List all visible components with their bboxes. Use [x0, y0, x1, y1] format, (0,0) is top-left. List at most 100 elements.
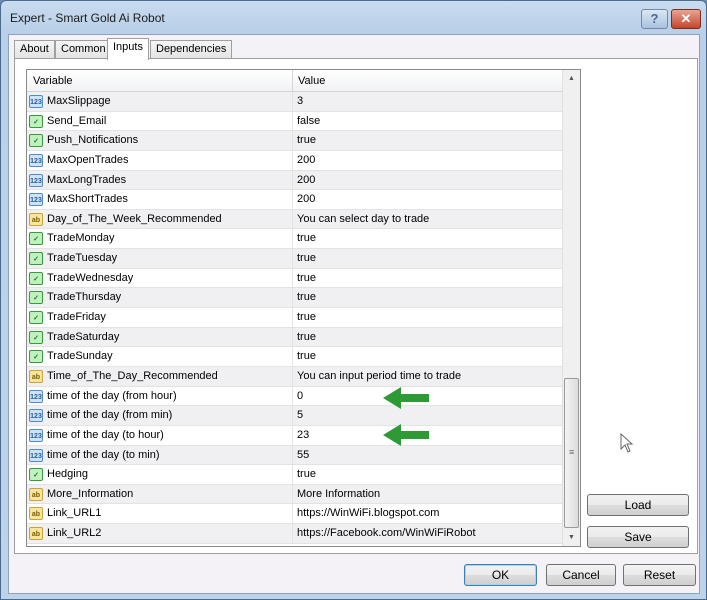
table-row[interactable]: ✓ TradeMonday true [27, 229, 562, 250]
variable-name: time of the day (from hour) [47, 389, 177, 402]
scroll-up-arrow-icon[interactable]: ▲ [563, 70, 580, 87]
table-row[interactable]: 123 time of the day (to min) 55 [27, 445, 562, 466]
number-type-icon: 123 [29, 409, 43, 423]
variable-value[interactable]: 200 [297, 154, 315, 166]
variable-name: TradeMonday [47, 232, 115, 245]
variable-value[interactable]: More Information [297, 488, 380, 500]
variable-value[interactable]: https://WinWiFi.blogspot.com [297, 507, 439, 519]
cancel-button[interactable]: Cancel [546, 564, 616, 586]
string-type-icon: ab [29, 369, 43, 383]
variable-name: MaxLongTrades [47, 173, 127, 186]
variable-value[interactable]: true [297, 350, 316, 362]
boolean-type-icon: ✓ [29, 330, 43, 344]
boolean-type-icon: ✓ [29, 271, 43, 285]
table-row[interactable]: ✓ TradeSaturday true [27, 327, 562, 348]
table-row[interactable]: ✓ TradeFriday true [27, 308, 562, 328]
boolean-type-icon: ✓ [29, 232, 43, 246]
variable-name: Time_of_The_Day_Recommended [47, 369, 218, 382]
table-row[interactable]: ✓ TradeSunday true [27, 347, 562, 367]
inputs-table: Variable Value 123 MaxSlippage 3 ✓ Send_E… [26, 69, 581, 547]
table-row[interactable]: ✓ Hedging true [27, 465, 562, 485]
tab-inputs[interactable]: Inputs [107, 38, 149, 60]
variable-name: TradeThursday [47, 291, 122, 304]
header-variable[interactable]: Variable [33, 75, 73, 87]
table-header: Variable Value [27, 70, 562, 92]
window-title: Expert - Smart Gold Ai Robot [10, 11, 165, 25]
string-type-icon: ab [29, 212, 43, 226]
boolean-type-icon: ✓ [29, 350, 43, 364]
variable-name: Link_URL2 [47, 527, 102, 540]
save-button[interactable]: Save [587, 526, 689, 548]
variable-value[interactable]: You can select day to trade [297, 213, 429, 225]
variable-value[interactable]: https://Facebook.com/WinWiFiRobot [297, 527, 476, 539]
table-row[interactable]: 123 MaxOpenTrades 200 [27, 150, 562, 171]
variable-name: time of the day (to hour) [47, 428, 164, 441]
table-row[interactable]: 123 time of the day (to hour) 23 [27, 425, 562, 446]
number-type-icon: 123 [29, 193, 43, 207]
variable-value[interactable]: 55 [297, 449, 309, 461]
variable-value[interactable]: 5 [297, 409, 303, 421]
boolean-type-icon: ✓ [29, 134, 43, 148]
table-row[interactable]: 123 MaxSlippage 3 [27, 92, 562, 112]
variable-value[interactable]: 23 [297, 429, 309, 441]
mouse-cursor-icon [620, 433, 634, 453]
variable-value[interactable]: 0 [297, 390, 303, 402]
table-row[interactable]: ✓ TradeTuesday true [27, 249, 562, 269]
variable-name: Day_of_The_Week_Recommended [47, 212, 222, 225]
scrollbar-thumb[interactable]: ≡ [564, 378, 579, 528]
reset-button[interactable]: Reset [623, 564, 696, 586]
table-rows: 123 MaxSlippage 3 ✓ Send_Email false ✓ Pus… [27, 92, 562, 544]
variable-value[interactable]: true [297, 252, 316, 264]
green-arrow-icon [383, 387, 429, 409]
number-type-icon: 123 [29, 448, 43, 462]
table-row[interactable]: 123 MaxShortTrades 200 [27, 190, 562, 210]
boolean-type-icon: ✓ [29, 468, 43, 482]
variable-value[interactable]: true [297, 331, 316, 343]
table-row[interactable]: ab Link_URL1 https://WinWiFi.blogspot.co… [27, 504, 562, 525]
variable-name: TradeSunday [47, 350, 113, 363]
load-button[interactable]: Load [587, 494, 689, 516]
help-button[interactable]: ? [641, 9, 668, 29]
table-row[interactable]: ab Day_of_The_Week_Recommended You can s… [27, 209, 562, 230]
variable-value[interactable]: true [297, 311, 316, 323]
variable-value[interactable]: true [297, 232, 316, 244]
variable-value[interactable]: 3 [297, 95, 303, 107]
tab-dependencies[interactable]: Dependencies [150, 40, 233, 59]
inputs-panel: Variable Value 123 MaxSlippage 3 ✓ Send_E… [14, 58, 698, 554]
variable-value[interactable]: true [297, 272, 316, 284]
table-row[interactable]: ab More_Information More Information [27, 484, 562, 505]
table-row[interactable]: ab Link_URL2 https://Facebook.com/WinWiF… [27, 524, 562, 544]
table-row[interactable]: ✓ TradeWednesday true [27, 268, 562, 289]
table-row[interactable]: ab Time_of_The_Day_Recommended You can i… [27, 366, 562, 387]
tab-about[interactable]: About [14, 40, 55, 59]
ok-button[interactable]: OK [464, 564, 537, 586]
close-button[interactable]: ✕ [671, 9, 701, 29]
tab-common[interactable]: Common [55, 40, 112, 59]
variable-name: More_Information [47, 487, 134, 500]
expert-dialog: Expert - Smart Gold Ai Robot ? ✕ About C… [0, 0, 707, 600]
number-type-icon: 123 [29, 153, 43, 167]
vertical-scrollbar[interactable]: ▲ ≡ ▼ [562, 70, 580, 546]
table-row[interactable]: 123 time of the day (from min) 5 [27, 406, 562, 426]
string-type-icon: ab [29, 487, 43, 501]
scroll-down-arrow-icon[interactable]: ▼ [563, 529, 580, 546]
variable-value[interactable]: true [297, 134, 316, 146]
variable-name: Push_Notifications [47, 134, 139, 147]
variable-value[interactable]: 200 [297, 193, 315, 205]
variable-name: MaxSlippage [47, 95, 111, 107]
table-row[interactable]: ✓ Push_Notifications true [27, 131, 562, 151]
string-type-icon: ab [29, 527, 43, 541]
table-row[interactable]: 123 MaxLongTrades 200 [27, 170, 562, 191]
header-value[interactable]: Value [298, 75, 325, 87]
variable-value[interactable]: true [297, 468, 316, 480]
variable-name: Send_Email [47, 114, 107, 127]
table-row[interactable]: 123 time of the day (from hour) 0 [27, 386, 562, 407]
table-row[interactable]: ✓ Send_Email false [27, 111, 562, 132]
variable-value[interactable]: You can input period time to trade [297, 370, 461, 382]
table-row[interactable]: ✓ TradeThursday true [27, 288, 562, 309]
variable-value[interactable]: false [297, 115, 320, 127]
variable-name: MaxShortTrades [47, 193, 128, 206]
variable-value[interactable]: 200 [297, 174, 315, 186]
variable-value[interactable]: true [297, 291, 316, 303]
variable-name: Link_URL1 [47, 507, 102, 520]
